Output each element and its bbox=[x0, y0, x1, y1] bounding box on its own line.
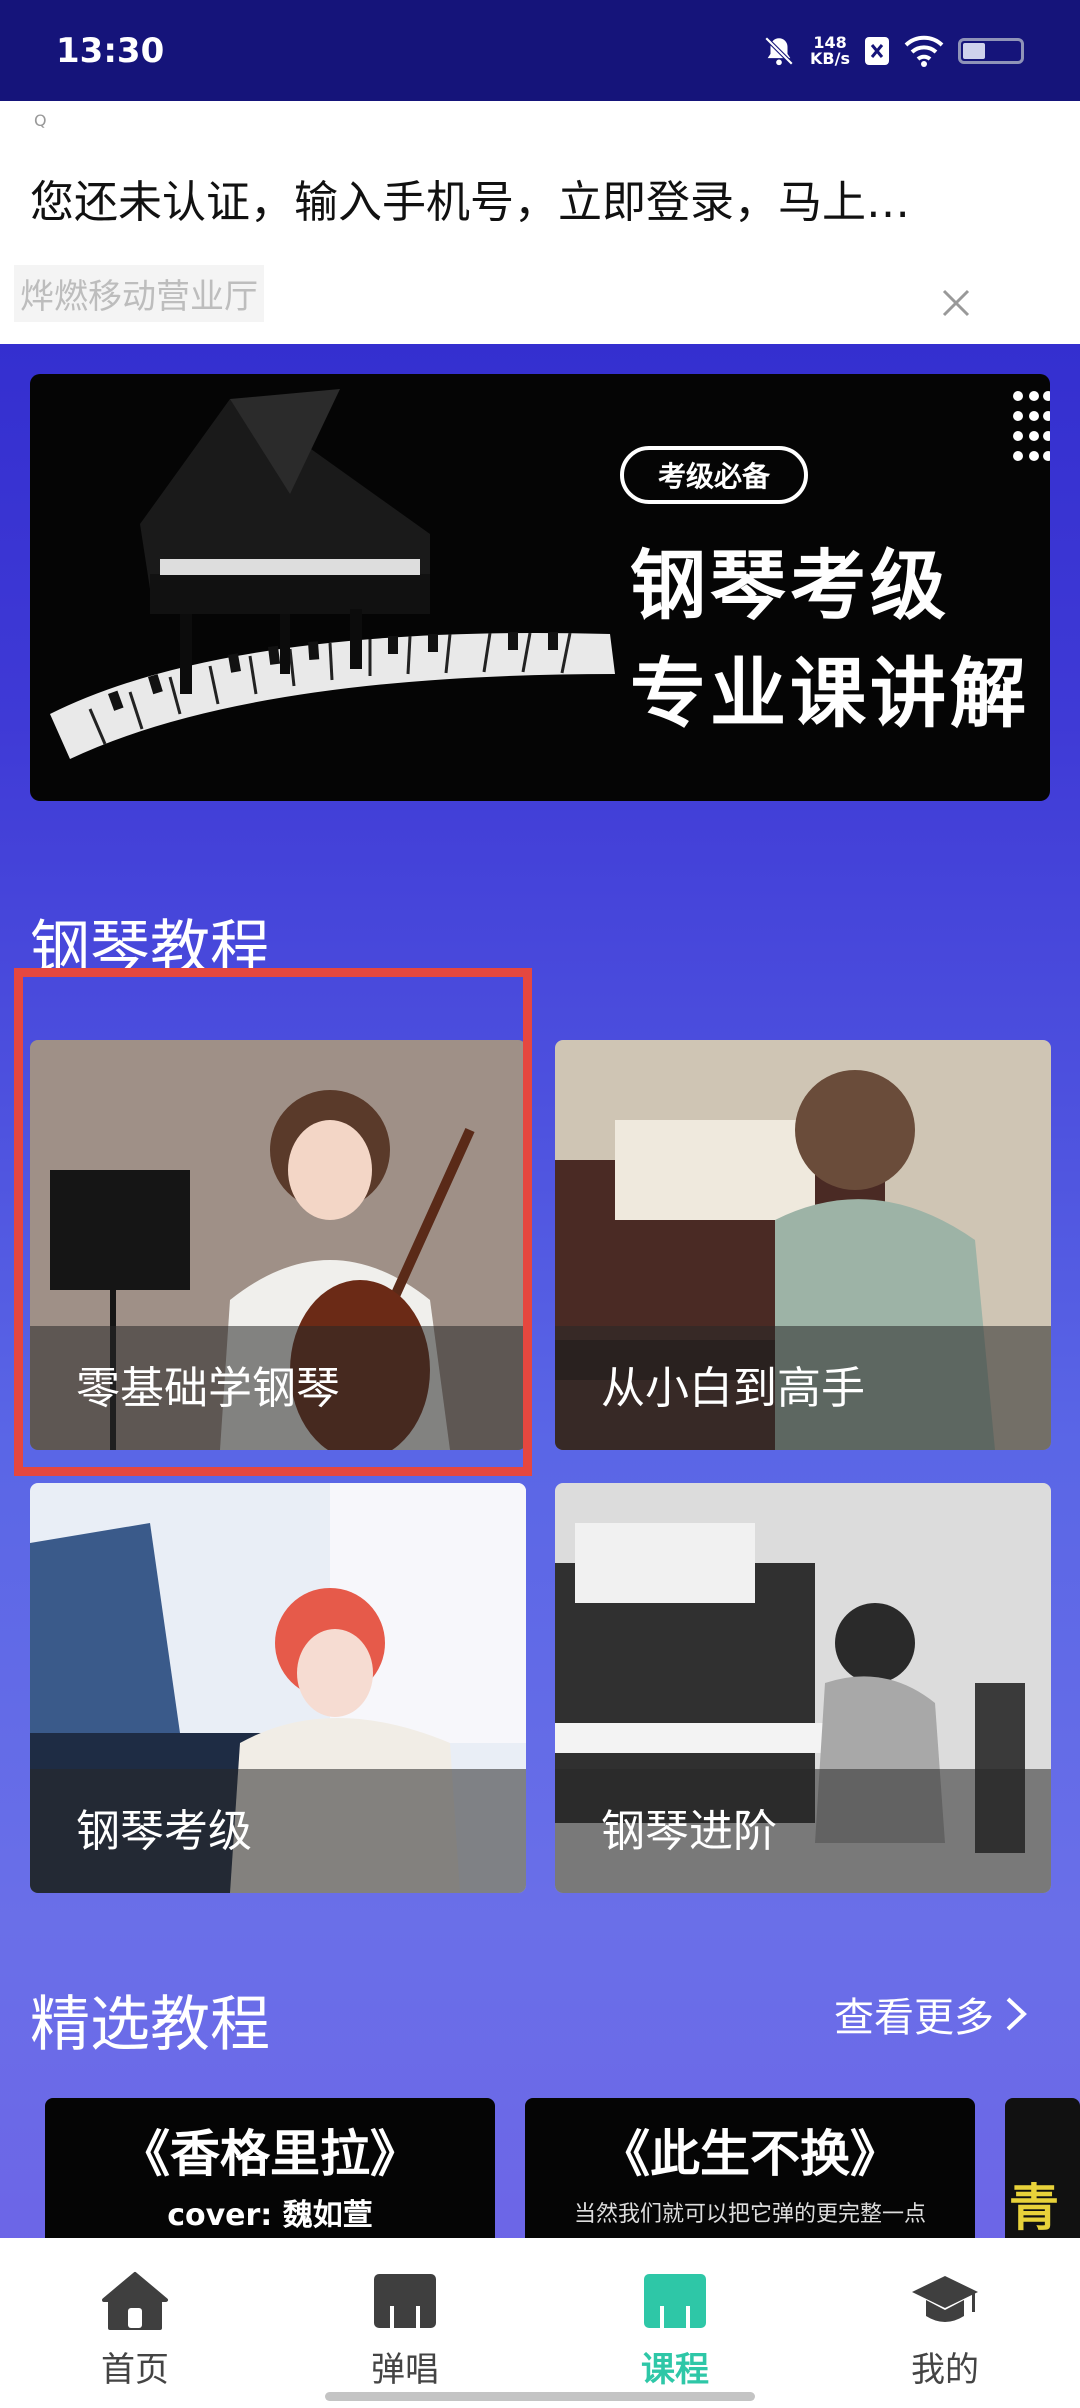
featured-card[interactable]: 《香格里拉》 cover: 魏如萱 bbox=[45, 2098, 495, 2240]
featured-title: 《此生不换》 bbox=[600, 2124, 900, 2183]
featured-card[interactable]: 青 bbox=[1005, 2098, 1080, 2240]
mute-bell-icon bbox=[764, 36, 794, 65]
grand-piano-illustration bbox=[50, 389, 615, 759]
ad-text[interactable]: 您还未认证，输入手机号，立即登录，马上… bbox=[30, 166, 910, 230]
section-title-featured: 精选教程 bbox=[30, 1990, 270, 2060]
see-more-label: 查看更多 bbox=[834, 1995, 994, 2041]
close-icon[interactable] bbox=[938, 285, 974, 321]
status-bar: 13:30 148 KB/s bbox=[0, 0, 1080, 101]
home-icon bbox=[102, 2272, 168, 2330]
bottom-nav: 首页 弹唱 课程 我的 bbox=[0, 2238, 1080, 2408]
decorative-dots bbox=[1013, 391, 1050, 461]
status-time: 13:30 bbox=[56, 30, 165, 71]
nav-item-mine[interactable]: 我的 bbox=[810, 2238, 1080, 2408]
see-more-link[interactable]: 查看更多 bbox=[834, 1985, 1028, 2043]
battery-icon bbox=[958, 37, 1024, 64]
nav-item-course[interactable]: 课程 bbox=[540, 2238, 810, 2408]
promo-headline-1: 钢琴考级 bbox=[630, 541, 950, 630]
home-indicator[interactable] bbox=[325, 2392, 755, 2401]
promo-headline-2: 专业课讲解 bbox=[630, 649, 1030, 738]
highlight-box bbox=[14, 968, 532, 1476]
piano-keys-icon bbox=[374, 2274, 436, 2328]
card-label: 从小白到高手 bbox=[601, 1363, 865, 1414]
wifi-icon bbox=[904, 35, 944, 67]
nav-item-home[interactable]: 首页 bbox=[0, 2238, 270, 2408]
no-sim-icon bbox=[865, 36, 889, 65]
featured-title: 《香格里拉》 bbox=[120, 2124, 420, 2183]
nav-label: 课程 bbox=[641, 2350, 709, 2390]
status-icons: 148 KB/s bbox=[762, 34, 1024, 68]
net-speed: 148 KB/s bbox=[810, 34, 850, 68]
course-keys-icon bbox=[644, 2274, 706, 2328]
nav-label: 首页 bbox=[101, 2350, 169, 2390]
graduation-cap-icon bbox=[912, 2276, 978, 2322]
nav-label: 弹唱 bbox=[371, 2350, 439, 2390]
promo-tag: 考级必备 bbox=[620, 446, 808, 504]
net-speed-unit: KB/s bbox=[810, 48, 850, 68]
card-label: 钢琴考级 bbox=[76, 1806, 252, 1857]
chevron-right-icon bbox=[1006, 1997, 1027, 2031]
promo-banner[interactable]: 考级必备 钢琴考级 专业课讲解 bbox=[30, 374, 1050, 801]
course-card-exam[interactable]: 钢琴考级 bbox=[30, 1483, 526, 1893]
ad-mark: Q bbox=[34, 111, 47, 130]
featured-subtitle: cover: 魏如萱 bbox=[167, 2198, 373, 2233]
ad-source: 烨燃移动营业厅 bbox=[14, 265, 264, 322]
featured-card[interactable]: 《此生不换》 当然我们就可以把它弹的更完整一点 bbox=[525, 2098, 975, 2240]
nav-item-play[interactable]: 弹唱 bbox=[270, 2238, 540, 2408]
featured-subtitle: 当然我们就可以把它弹的更完整一点 bbox=[573, 2202, 926, 2227]
course-card-novice-to-expert[interactable]: 从小白到高手 bbox=[555, 1040, 1051, 1450]
course-card-advanced[interactable]: 钢琴进阶 bbox=[555, 1483, 1051, 1893]
nav-label: 我的 bbox=[911, 2350, 979, 2390]
featured-title: 青 bbox=[1009, 2178, 1059, 2237]
card-label: 钢琴进阶 bbox=[601, 1806, 777, 1857]
